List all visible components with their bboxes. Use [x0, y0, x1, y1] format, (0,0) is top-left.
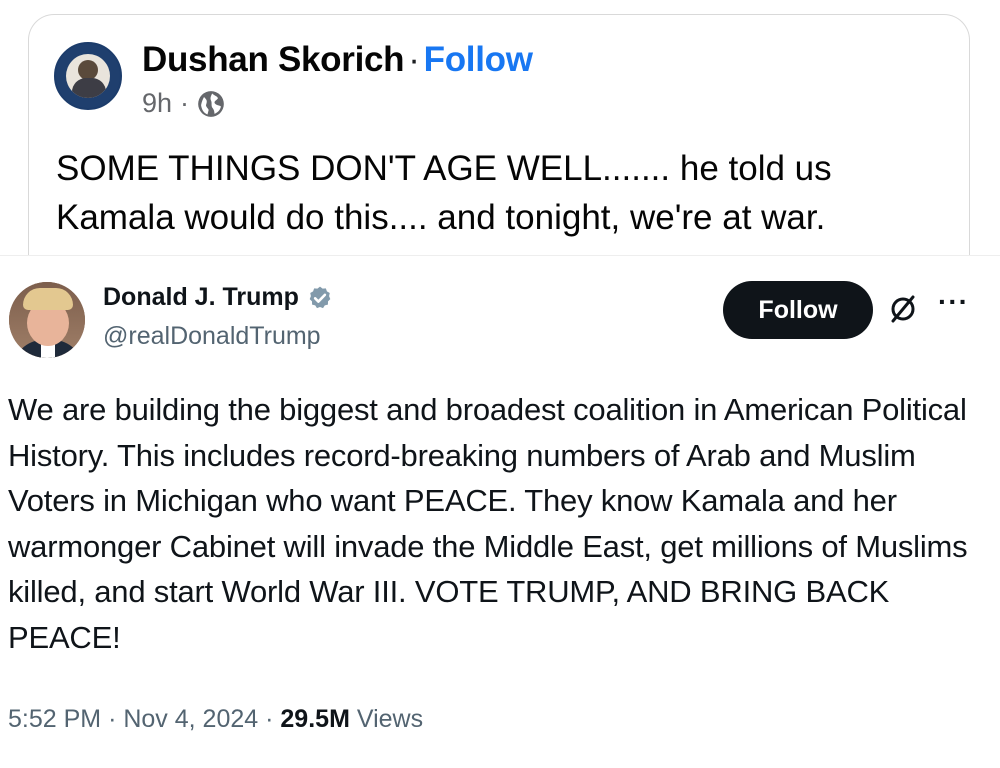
author-avatar[interactable]	[54, 42, 122, 110]
post-header: Dushan Skorich · Follow	[142, 40, 533, 80]
views-count: 29.5M	[280, 705, 350, 733]
grok-icon[interactable]	[888, 294, 918, 324]
post-time[interactable]: 9h	[142, 88, 172, 119]
avatar-photo	[66, 54, 110, 98]
tweet-author-handle[interactable]: @realDonaldTrump	[103, 322, 321, 351]
tweet-author-name[interactable]: Donald J. Trump	[103, 283, 299, 312]
meta-separator: ·	[265, 705, 274, 733]
more-icon[interactable]: ···	[938, 286, 969, 318]
tweet-text: We are building the biggest and broadest…	[8, 392, 968, 655]
tweet-author-row: Donald J. Trump	[103, 283, 333, 312]
tweet-date[interactable]: Nov 4, 2024	[123, 705, 258, 733]
views-label: Views	[356, 705, 424, 733]
tweet-time[interactable]: 5:52 PM	[8, 705, 101, 733]
tweet-meta: 5:52 PM · Nov 4, 2024 · 29.5M Views	[8, 705, 423, 734]
follow-link[interactable]: Follow	[424, 40, 533, 79]
meta-separator: ·	[180, 88, 190, 118]
meta-separator: ·	[108, 705, 117, 733]
tweet-screenshot: Donald J. Trump @realDonaldTrump Follow …	[0, 255, 1000, 768]
header-separator: ·	[408, 40, 420, 79]
globe-icon[interactable]	[197, 90, 225, 118]
post-text: SOME THINGS DON'T AGE WELL....... he tol…	[56, 149, 832, 237]
post-meta: 9h ·	[142, 88, 225, 119]
tweet-follow-button[interactable]: Follow	[723, 281, 873, 339]
verified-badge-icon	[309, 286, 331, 308]
author-name[interactable]: Dushan Skorich	[142, 40, 405, 79]
tweet-author-avatar[interactable]	[9, 282, 85, 358]
